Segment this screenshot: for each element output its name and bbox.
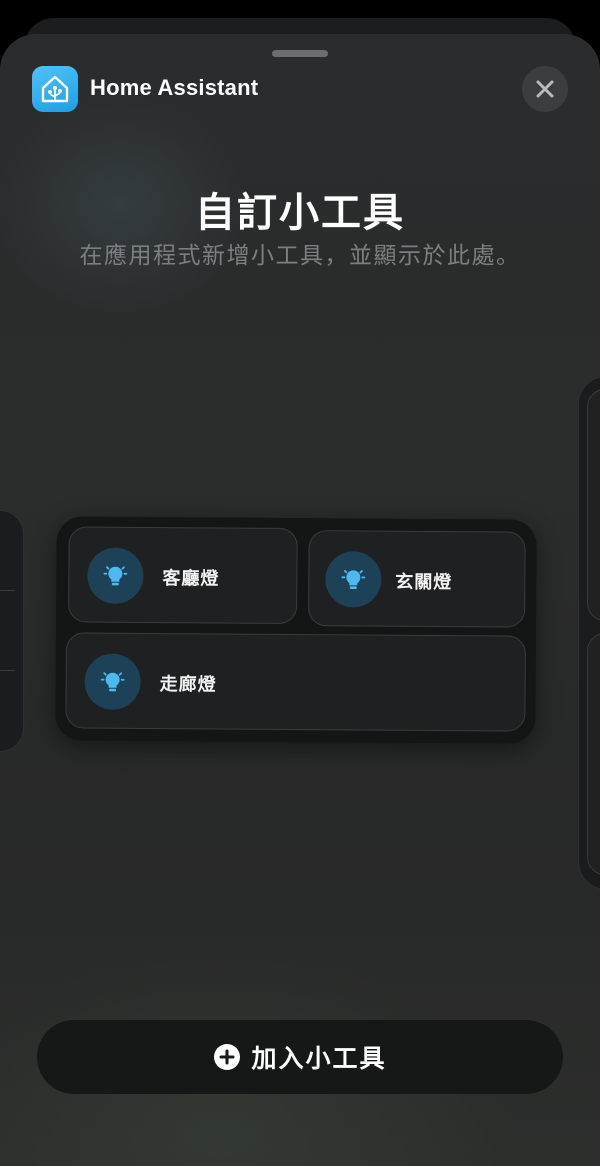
add-widget-button[interactable]: 加入小工具 [37,1020,563,1094]
light-tile-entrance[interactable]: 玄關燈 [308,530,526,628]
screen: Home Assistant 自訂小工具 在應用程式新增小工具，並顯示於此處。 [0,0,600,1166]
preview-tile [587,633,600,875]
plus-circle-icon [214,1044,241,1070]
light-tile-label: 走廊燈 [159,674,217,695]
light-tile-label: 玄關燈 [395,571,453,593]
light-tile-hallway[interactable]: 走廊燈 [65,632,526,732]
home-assistant-icon [32,66,78,112]
sheet-grabber[interactable] [272,50,328,57]
next-widget-preview[interactable] [578,376,600,890]
add-widget-label: 加入小工具 [251,1045,387,1073]
preview-divider [0,670,15,671]
preview-tile [587,389,600,621]
lights-widget-preview[interactable]: 客廳燈 玄關燈 走廊燈 [55,516,537,744]
light-tile-label: 客廳燈 [162,568,220,589]
preview-divider [0,590,15,591]
light-tile-living-room[interactable]: 客廳燈 [68,526,298,625]
close-icon [536,80,554,98]
widget-gallery-sheet: Home Assistant 自訂小工具 在應用程式新增小工具，並顯示於此處。 [0,34,600,1166]
lightbulb-icon [87,547,144,604]
lightbulb-icon [84,653,141,710]
lightbulb-icon [325,551,382,608]
previous-widget-preview[interactable] [0,510,24,752]
app-name: Home Assistant [90,75,259,100]
gallery-subtitle: 在應用程式新增小工具，並顯示於此處。 [79,242,521,268]
close-button[interactable] [522,66,568,112]
gallery-title: 自訂小工具 [195,191,405,235]
